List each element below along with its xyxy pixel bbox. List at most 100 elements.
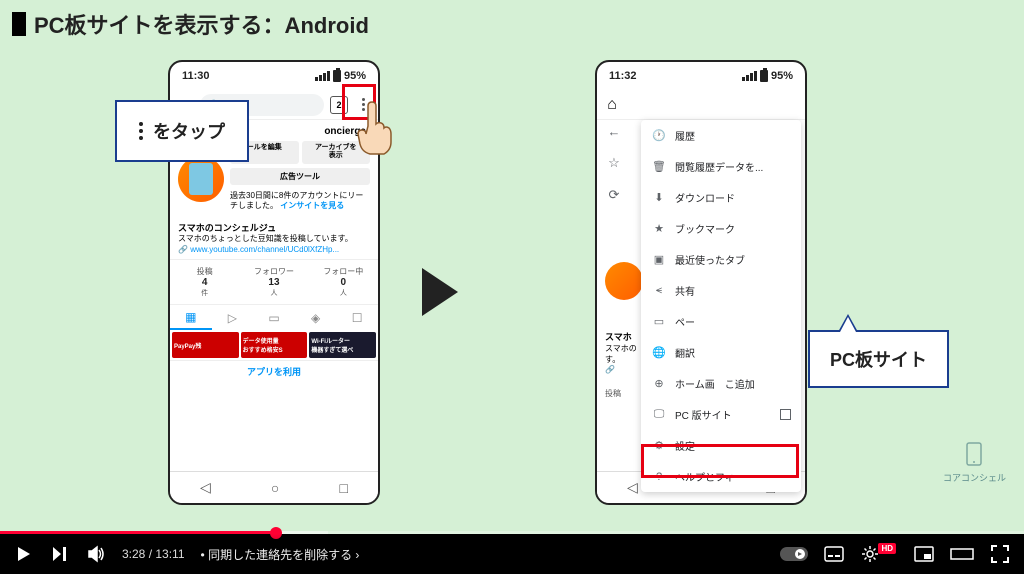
status-time: 11:32 bbox=[609, 70, 637, 82]
star-icon[interactable]: ☆ bbox=[603, 152, 625, 174]
nav-back-icon[interactable]: ◁ bbox=[627, 479, 638, 496]
theater-button[interactable] bbox=[950, 546, 974, 562]
stat-posts[interactable]: 投稿4件 bbox=[170, 266, 239, 298]
profile-stats: 投稿4件 フォロワー13人 フォロー中0人 bbox=[170, 259, 378, 304]
slide-content: PC板サイトを表示する：Android 11:30 95% ⌂ 🔒 2 bbox=[0, 0, 1024, 534]
stat-followers[interactable]: フォロワー13人 bbox=[239, 266, 308, 298]
bio-title-partial: スマホ bbox=[605, 330, 643, 343]
desktop-icon: 🖵 bbox=[651, 408, 667, 421]
signal-icon bbox=[315, 71, 330, 81]
profile-avatar[interactable] bbox=[178, 156, 224, 202]
back-icon[interactable]: ← bbox=[603, 120, 625, 142]
stat-following[interactable]: フォロー中0人 bbox=[309, 266, 378, 298]
highlight-pc-site bbox=[641, 444, 799, 478]
person-tab-icon[interactable]: ☐ bbox=[336, 305, 378, 330]
chrome-menu: 🕐履歴 🗑閲覧履歴データを... ⬇ダウンロード ★ブックマーク ▣最近使ったタ… bbox=[641, 120, 801, 492]
insight-text: 過去30日間に8件のアカウントにリーチしました。 インサイトを見る bbox=[230, 191, 370, 212]
watermark-icon bbox=[959, 439, 989, 469]
video-time: 3:28 / 13:11 bbox=[122, 547, 185, 561]
trash-icon: 🗑 bbox=[651, 160, 667, 173]
vertical-dots-icon bbox=[139, 122, 143, 140]
menu-add-home[interactable]: ⊕ホーム画 こ追加 bbox=[641, 368, 801, 399]
callout-text: をタップ bbox=[153, 118, 225, 144]
add-home-icon: ⊕ bbox=[651, 377, 667, 390]
translate-icon: 🌐 bbox=[651, 346, 667, 359]
pointing-hand-icon bbox=[348, 98, 398, 158]
transition-arrow-icon bbox=[422, 268, 458, 316]
battery-percent: 95% bbox=[771, 70, 793, 82]
home-icon[interactable]: ⌂ bbox=[603, 96, 621, 114]
watermark-text: コアコンシェル bbox=[943, 471, 1006, 484]
next-button[interactable] bbox=[50, 544, 70, 564]
nav-recent-icon[interactable]: □ bbox=[339, 480, 347, 496]
status-time: 11:30 bbox=[182, 70, 210, 82]
bio-section: スマホのコンシェルジュ スマホのちょっとした豆知識を投稿しています。 🔗 www… bbox=[170, 218, 378, 260]
nav-back-icon[interactable]: ◁ bbox=[200, 479, 211, 496]
menu-clear-data[interactable]: 🗑閲覧履歴データを... bbox=[641, 151, 801, 182]
menu-pc-site[interactable]: 🖵PC 版サイト bbox=[641, 399, 801, 430]
autoplay-toggle[interactable] bbox=[780, 547, 808, 561]
signal-icon bbox=[742, 71, 757, 81]
tabs-icon: ▣ bbox=[651, 253, 667, 266]
checkbox-icon[interactable] bbox=[780, 409, 791, 420]
tagged-tab-icon[interactable]: ◈ bbox=[295, 305, 337, 330]
ad-data[interactable]: データ使用量おすすめ格安S bbox=[241, 332, 308, 358]
use-app-button[interactable]: アプリを利用 bbox=[170, 360, 378, 382]
profile-avatar-partial bbox=[605, 262, 643, 300]
slide-title-bar: PC板サイトを表示する：Android bbox=[12, 8, 369, 40]
play-button[interactable] bbox=[14, 544, 34, 564]
fullscreen-button[interactable] bbox=[990, 544, 1010, 564]
history-icon: 🕐 bbox=[651, 129, 667, 142]
nav-home-icon[interactable]: ○ bbox=[271, 480, 279, 496]
callout-text: PC板サイト bbox=[830, 346, 927, 372]
bio-text: スマホのちょっとした豆知識を投稿しています。 bbox=[178, 234, 370, 245]
browser-toolbar-right: ⌂ bbox=[597, 90, 805, 120]
video-controls: 3:28 / 13:11 • 同期した連絡先を削除する › HD bbox=[0, 534, 1024, 574]
guide-tab-icon[interactable]: ▭ bbox=[253, 305, 295, 330]
stat-label-partial: 投稿 bbox=[605, 388, 643, 399]
page-icon: ▭ bbox=[651, 315, 667, 328]
bio-link-partial: 🔗 bbox=[605, 365, 643, 374]
menu-share[interactable]: ⪪共有 bbox=[641, 275, 801, 306]
subtitles-button[interactable] bbox=[824, 546, 844, 562]
profile-tabs: ▦ ▷ ▭ ◈ ☐ bbox=[170, 304, 378, 330]
reels-tab-icon[interactable]: ▷ bbox=[212, 305, 254, 330]
menu-translate[interactable]: 🌐翻訳 bbox=[641, 337, 801, 368]
video-player: PC板サイトを表示する：Android 11:30 95% ⌂ 🔒 2 bbox=[0, 0, 1024, 574]
bio-title: スマホのコンシェルジュ bbox=[178, 222, 370, 234]
ad-wifi[interactable]: Wi-Fiルーター機器すぎて選べ bbox=[309, 332, 376, 358]
callout-pc-site: PC板サイト bbox=[808, 330, 949, 388]
menu-history[interactable]: 🕐履歴 bbox=[641, 120, 801, 151]
battery-icon bbox=[760, 70, 768, 82]
slide-title: PC板サイトを表示する：Android bbox=[34, 8, 369, 40]
menu-downloads[interactable]: ⬇ダウンロード bbox=[641, 182, 801, 213]
grid-tab-icon[interactable]: ▦ bbox=[170, 305, 212, 330]
star-icon: ★ bbox=[651, 222, 667, 235]
status-bar-right: 11:32 95% bbox=[597, 62, 805, 90]
callout-tail-icon bbox=[838, 314, 858, 332]
menu-recent-tabs[interactable]: ▣最近使ったタブ bbox=[641, 244, 801, 275]
bio-text-partial: スマホの bbox=[605, 343, 643, 354]
menu-bookmarks[interactable]: ★ブックマーク bbox=[641, 213, 801, 244]
channel-watermark[interactable]: コアコンシェル bbox=[943, 439, 1006, 484]
title-marker bbox=[12, 12, 26, 36]
menu-page[interactable]: ▭ペー bbox=[641, 306, 801, 337]
bio-text2-partial: す。 bbox=[605, 354, 643, 365]
share-icon: ⪪ bbox=[651, 284, 667, 297]
ad-row: PayPay残 データ使用量おすすめ格安S Wi-Fiルーター機器すぎて選べ bbox=[170, 330, 378, 360]
volume-button[interactable] bbox=[86, 544, 106, 564]
refresh-icon[interactable]: ⟳ bbox=[603, 184, 625, 206]
status-indicators: 95% bbox=[742, 70, 793, 82]
ad-paypay[interactable]: PayPay残 bbox=[172, 332, 239, 358]
battery-icon bbox=[333, 70, 341, 82]
bio-link[interactable]: 🔗 www.youtube.com/channel/UCd0lXfZHp... bbox=[178, 245, 370, 256]
battery-percent: 95% bbox=[344, 70, 366, 82]
video-chapter[interactable]: • 同期した連絡先を削除する › bbox=[201, 546, 360, 563]
ad-tools-button[interactable]: 広告ツール bbox=[230, 168, 370, 185]
miniplayer-button[interactable] bbox=[914, 546, 934, 562]
android-nav: ◁ ○ □ bbox=[170, 471, 378, 503]
status-indicators: 95% bbox=[315, 70, 366, 82]
hd-badge: HD bbox=[878, 543, 896, 554]
phone-right: 11:32 95% ⌂ ← ☆ ⟳ スマホ スマホの す。 bbox=[595, 60, 807, 505]
settings-button[interactable]: HD bbox=[860, 544, 898, 564]
